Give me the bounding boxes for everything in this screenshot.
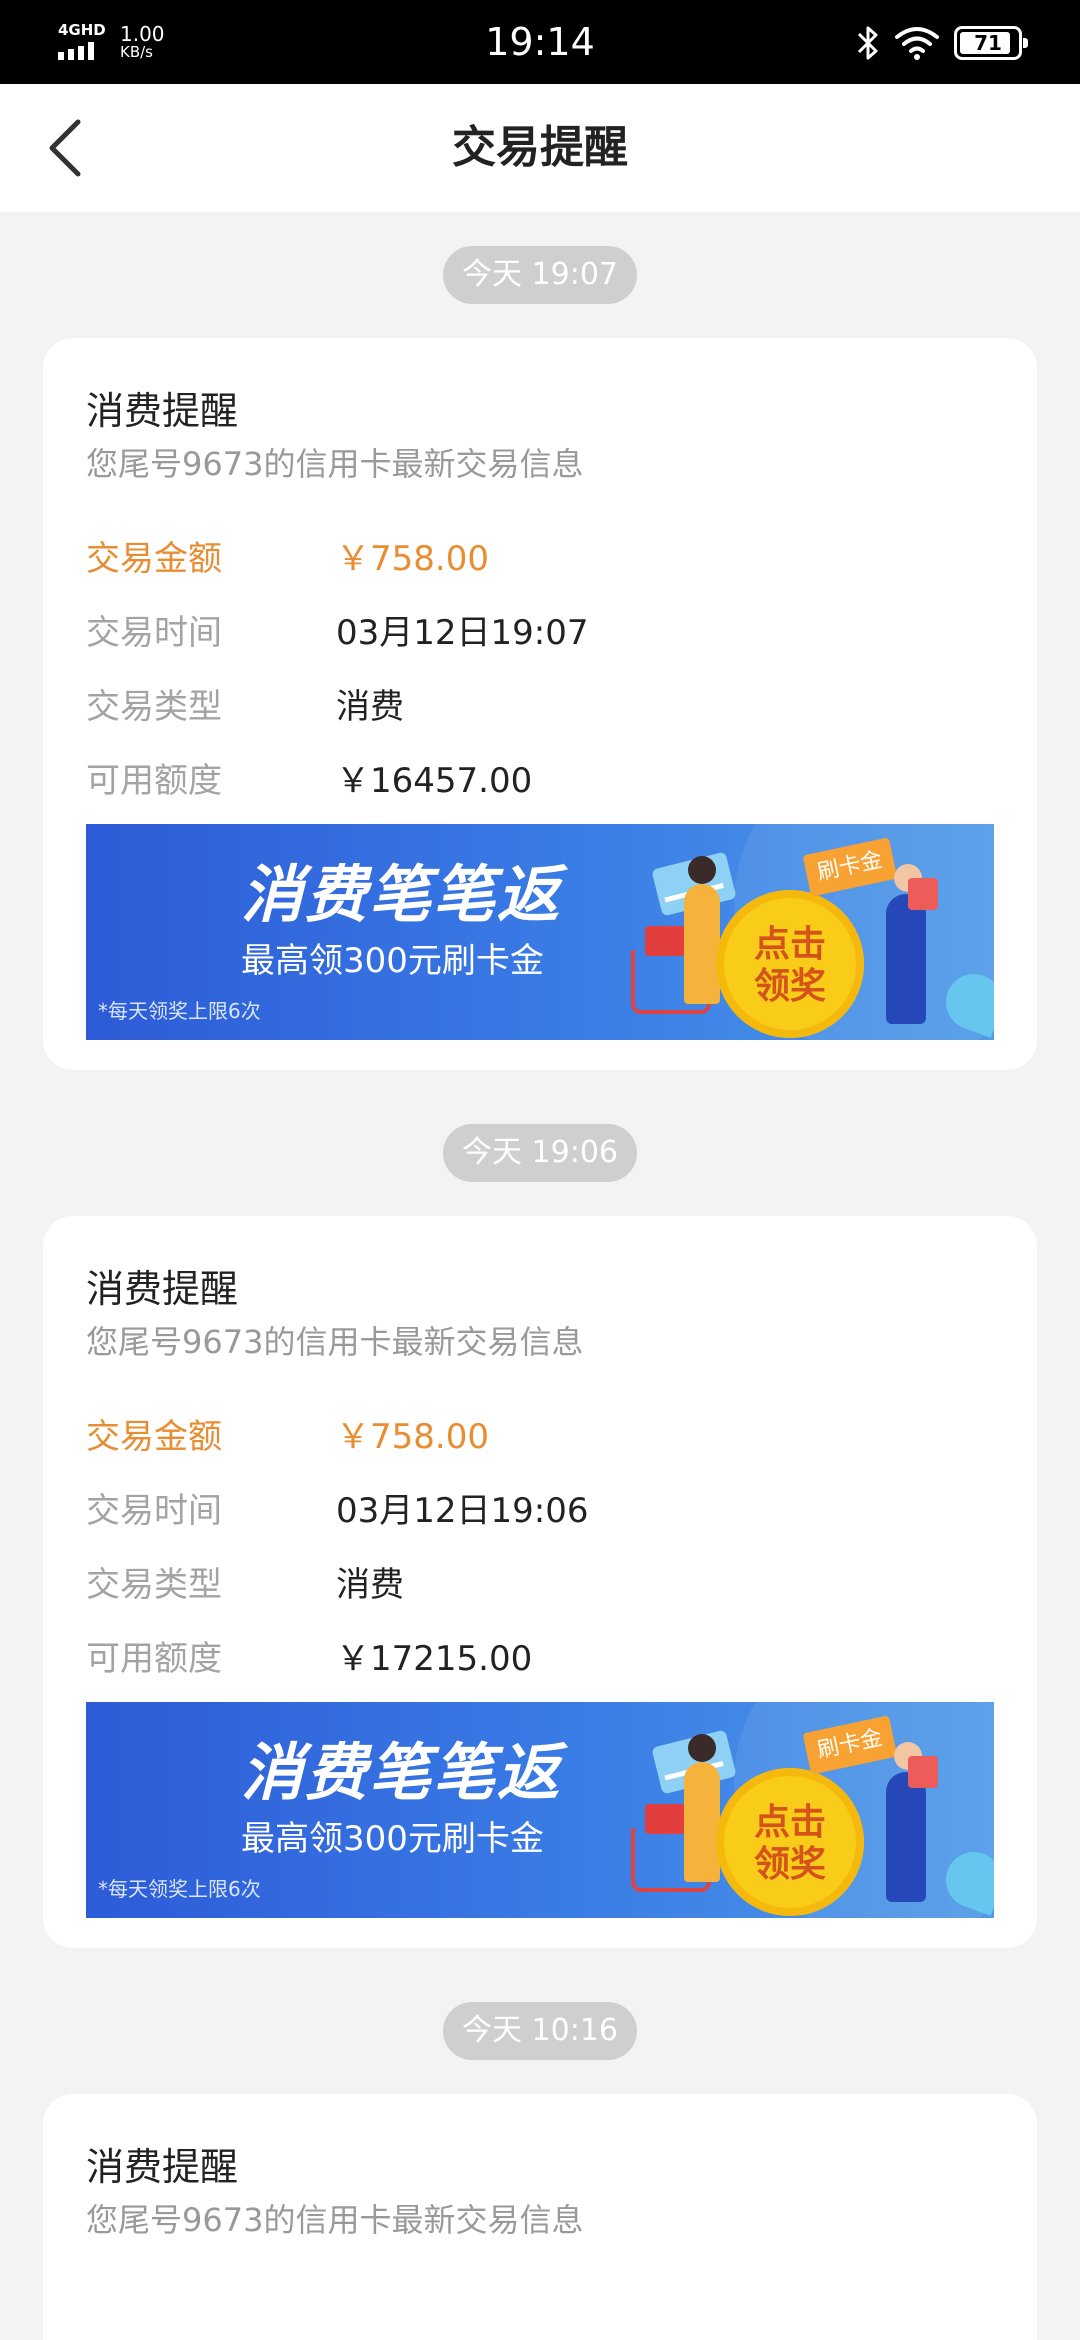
- shopper-illustration: [684, 1734, 720, 1882]
- message-card[interactable]: 消费提醒 您尾号9673的信用卡最新交易信息 交易金额 ￥758.00 交易时间…: [43, 338, 1037, 1070]
- app-header: 交易提醒: [0, 84, 1080, 212]
- type-row: 交易类型 消费: [86, 666, 994, 740]
- banner-note: *每天领奖上限6次: [98, 1877, 261, 1901]
- amount-label: 交易金额: [86, 1416, 222, 1457]
- time-row: 交易时间 03月12日19:06: [86, 1470, 994, 1544]
- promo-banner[interactable]: 消费笔笔返 最高领300元刷卡金 *每天领奖上限6次 点击 领奖 刷卡金: [86, 1702, 994, 1918]
- leaf-decoration: [938, 1844, 994, 1916]
- amount-value: ￥758.00: [336, 1416, 489, 1457]
- amount-row: 交易金额 ￥758.00: [86, 518, 994, 592]
- banner-subtitle: 最高领300元刷卡金: [241, 1819, 544, 1859]
- person-illustration: [886, 1742, 926, 1902]
- available-row: 可用额度 ￥17215.00: [86, 1618, 994, 1692]
- message-subtitle: 您尾号9673的信用卡最新交易信息: [86, 1323, 584, 1361]
- timestamp-pill: 今天 10:16: [443, 2002, 637, 2060]
- timestamp-pill: 今天 19:07: [443, 246, 637, 304]
- amount-row: 交易金额 ￥758.00: [86, 1396, 994, 1470]
- message-subtitle: 您尾号9673的信用卡最新交易信息: [86, 445, 584, 483]
- available-value: ￥16457.00: [336, 760, 533, 801]
- banner-tag: 刷卡金: [802, 837, 898, 897]
- amount-value: ￥758.00: [336, 538, 489, 579]
- amount-label: 交易金额: [86, 538, 222, 579]
- time-value: 03月12日19:06: [336, 1490, 589, 1531]
- message-title: 消费提醒: [86, 389, 239, 433]
- message-card[interactable]: 消费提醒 您尾号9673的信用卡最新交易信息 交易金额 ￥758.00 交易时间…: [43, 1216, 1037, 1948]
- person-illustration: [886, 864, 926, 1024]
- time-row: 交易时间 03月12日19:07: [86, 592, 994, 666]
- type-label: 交易类型: [86, 1564, 222, 1605]
- shopper-illustration: [684, 856, 720, 1004]
- banner-subtitle: 最高领300元刷卡金: [241, 941, 544, 981]
- claim-reward-button[interactable]: 点击 领奖: [716, 1768, 864, 1916]
- claim-reward-button[interactable]: 点击 领奖: [716, 890, 864, 1038]
- message-subtitle: 您尾号9673的信用卡最新交易信息: [86, 2201, 584, 2239]
- available-label: 可用额度: [86, 1638, 222, 1679]
- shopping-bag-icon: [908, 1756, 938, 1788]
- message-feed[interactable]: 今天 19:07 消费提醒 您尾号9673的信用卡最新交易信息 交易金额 ￥75…: [0, 212, 1080, 2340]
- bluetooth-icon: [857, 26, 878, 60]
- type-label: 交易类型: [86, 686, 222, 727]
- banner-title: 消费笔笔返: [241, 1736, 562, 1809]
- available-row: 可用额度 ￥16457.00: [86, 740, 994, 814]
- promo-banner[interactable]: 消费笔笔返 最高领300元刷卡金 *每天领奖上限6次 点击 领奖 刷卡金: [86, 824, 994, 1040]
- leaf-decoration: [938, 966, 994, 1038]
- claim-reward-label: 点击 领奖: [753, 924, 826, 1007]
- status-bar: 4GHD 1.00 KB/s 19:14 71: [0, 0, 1080, 84]
- message-title: 消费提醒: [86, 2145, 239, 2189]
- claim-reward-label: 点击 领奖: [753, 1802, 826, 1885]
- type-value: 消费: [336, 686, 404, 727]
- message-title: 消费提醒: [86, 1267, 239, 1311]
- type-row: 交易类型 消费: [86, 1544, 994, 1618]
- type-value: 消费: [336, 1564, 404, 1605]
- detail-list: 交易金额 ￥758.00 交易时间 03月12日19:06 交易类型 消费 可用…: [86, 1396, 994, 1692]
- page-title: 交易提醒: [452, 122, 628, 173]
- wifi-icon: [895, 27, 939, 60]
- time-label: 交易时间: [86, 1490, 222, 1531]
- banner-tag: 刷卡金: [802, 1715, 898, 1775]
- shopping-bag-icon: [908, 878, 938, 910]
- battery-icon: 71: [954, 26, 1028, 60]
- banner-title: 消费笔笔返: [241, 858, 562, 931]
- detail-list: 交易金额 ￥758.00 交易时间 03月12日19:07 交易类型 消费 可用…: [86, 518, 994, 814]
- banner-note: *每天领奖上限6次: [98, 999, 261, 1023]
- timestamp-pill: 今天 19:06: [443, 1124, 637, 1182]
- available-label: 可用额度: [86, 760, 222, 801]
- status-right: 71: [856, 22, 1028, 64]
- time-label: 交易时间: [86, 612, 222, 653]
- available-value: ￥17215.00: [336, 1638, 533, 1679]
- message-card[interactable]: 消费提醒 您尾号9673的信用卡最新交易信息: [43, 2094, 1037, 2340]
- battery-level: 71: [974, 31, 1002, 55]
- time-value: 03月12日19:07: [336, 612, 589, 653]
